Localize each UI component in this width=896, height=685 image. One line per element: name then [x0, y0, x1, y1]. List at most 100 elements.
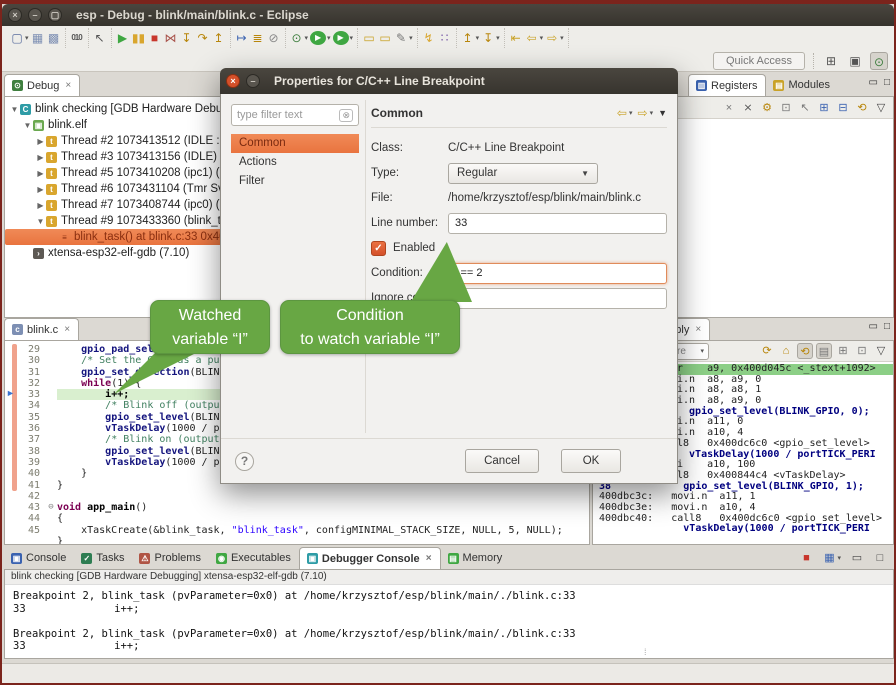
code-line[interactable]: 44{	[5, 513, 589, 524]
remove-selected-icon[interactable]: ×	[721, 100, 737, 116]
maximize-icon[interactable]: □	[872, 550, 888, 566]
remove-register-group-icon[interactable]: ⊟	[835, 100, 851, 116]
tab-blink-c[interactable]: c blink.c ×	[4, 318, 79, 340]
terminate-icon[interactable]: ■	[798, 550, 814, 566]
code-line[interactable]: }	[5, 536, 589, 545]
code-line[interactable]: 43⊖void app_main()	[5, 502, 589, 513]
back-icon[interactable]: ⇦	[524, 30, 540, 46]
dialog-nav-filter[interactable]: Filter	[231, 172, 359, 191]
tab-problems[interactable]: ⚠Problems	[132, 547, 208, 569]
add-register-group-icon[interactable]: ⊞	[816, 100, 832, 116]
terminate-icon[interactable]: ■	[147, 30, 163, 46]
code-line[interactable]: 45 xTaskCreate(&blink_task, "blink_task"…	[5, 525, 589, 536]
close-icon[interactable]: ×	[426, 553, 432, 564]
pointer-mode-icon[interactable]: ↖	[797, 100, 813, 116]
open-folder-icon[interactable]: ▭	[361, 30, 377, 46]
maximize-icon[interactable]: □	[884, 77, 890, 88]
minimize-icon[interactable]: ▭	[869, 321, 878, 332]
cancel-button[interactable]: Cancel	[465, 449, 539, 473]
chevron-down-icon[interactable]: ▾	[629, 109, 633, 117]
disassembly-line[interactable]: vTaskDelay(1000 / portTICK_PERI	[593, 524, 893, 535]
remove-all-icon[interactable]: ⨯	[740, 100, 756, 116]
line-number-input[interactable]	[448, 213, 667, 234]
quick-access-button[interactable]: Quick Access	[713, 52, 805, 70]
expander-icon[interactable]: ▶	[35, 201, 46, 210]
window-maximize-button[interactable]: ▢	[48, 8, 62, 22]
minimize-icon[interactable]: ▭	[869, 77, 878, 88]
lightning-icon[interactable]: ↯	[421, 30, 437, 46]
tab-executables[interactable]: ◉Executables	[209, 547, 299, 569]
expander-icon[interactable]: ▶	[35, 185, 46, 194]
open-perspective-icon[interactable]: ⊞	[822, 52, 840, 70]
condition-input[interactable]	[448, 263, 667, 284]
tab-registers[interactable]: ▥Registers	[688, 74, 766, 96]
view-menu-icon[interactable]: ▽	[873, 100, 889, 116]
layout-icon[interactable]: ⚙	[759, 100, 775, 116]
clear-filter-icon[interactable]: ⊗	[339, 109, 353, 122]
dropdown-arrow-icon[interactable]: ▾	[540, 34, 544, 42]
minimize-icon[interactable]: ▭	[849, 550, 865, 566]
skip-breakpoints-icon[interactable]: ⊘	[266, 30, 282, 46]
dropdown-arrow-icon[interactable]: ▾	[476, 34, 480, 42]
instruction-step-icon[interactable]: ↦	[234, 30, 250, 46]
debug-perspective-icon[interactable]: ⊙	[870, 52, 888, 70]
close-icon[interactable]: ×	[64, 324, 70, 335]
external-tools-icon[interactable]: ▶	[333, 31, 349, 45]
window-close-button[interactable]: ×	[8, 8, 22, 22]
dialog-minimize-button[interactable]: –	[246, 74, 260, 88]
step-into-icon[interactable]: ↧	[179, 30, 195, 46]
refresh-icon[interactable]: ⟳	[759, 343, 775, 359]
fold-icon[interactable]: ⊖	[45, 502, 57, 513]
tab-debugger-console[interactable]: ▣Debugger Console×	[299, 547, 441, 569]
dropdown-arrow-icon[interactable]: ▾	[327, 34, 331, 42]
new-wizard-icon[interactable]: ▢	[9, 30, 25, 46]
filter-input[interactable]: type filter text ⊗	[231, 104, 359, 126]
debug-icon[interactable]: ⊙	[289, 30, 305, 46]
tab-memory[interactable]: ▤Memory	[441, 547, 511, 569]
type-dropdown[interactable]: Regular ▼	[448, 163, 598, 184]
expander-icon[interactable]: ▶	[35, 169, 46, 178]
expander-icon[interactable]: ▶	[35, 137, 46, 146]
sync-context-icon[interactable]: ⟲	[797, 343, 813, 359]
dialog-close-button[interactable]: ×	[226, 74, 240, 88]
dialog-nav-actions[interactable]: Actions	[231, 153, 359, 172]
maximize-icon[interactable]: □	[884, 321, 890, 332]
tab-modules[interactable]: ▤Modules	[766, 74, 838, 96]
ignore-count-input[interactable]	[448, 288, 667, 309]
dropdown-arrow-icon[interactable]: ▾	[496, 34, 500, 42]
open-project-icon[interactable]: ▭	[377, 30, 393, 46]
save-all-icon[interactable]: ▩	[46, 30, 62, 46]
enabled-checkbox[interactable]: ✓	[371, 241, 386, 256]
close-icon[interactable]: ×	[65, 80, 71, 91]
home-icon[interactable]: ⌂	[778, 343, 794, 359]
expander-icon[interactable]: ▶	[35, 153, 46, 162]
prev-annotation-icon[interactable]: ↥	[460, 30, 476, 46]
dropdown-arrow-icon[interactable]: ▾	[25, 34, 29, 42]
view-menu-icon[interactable]: ▼	[658, 108, 667, 118]
dropdown-arrow-icon[interactable]: ▾	[350, 34, 354, 42]
code-line[interactable]: 42	[5, 491, 589, 502]
select-pointer-icon[interactable]: ↖	[92, 30, 108, 46]
import-icon[interactable]: ⊡	[778, 100, 794, 116]
close-icon[interactable]: ×	[695, 324, 701, 335]
forward-icon[interactable]: ⇨	[638, 106, 648, 120]
next-annotation-icon[interactable]: ↧	[480, 30, 496, 46]
back-icon[interactable]: ⇦	[617, 106, 627, 120]
instruction-pointer-icon[interactable]: ►	[6, 388, 15, 398]
last-edit-icon[interactable]: ⇤	[508, 30, 524, 46]
step-over-icon[interactable]: ↷	[195, 30, 211, 46]
sash-handle[interactable]: ⁞	[644, 647, 647, 657]
dialog-nav-common[interactable]: Common	[231, 134, 359, 153]
save-icon[interactable]: ▦	[30, 30, 46, 46]
disconnect-icon[interactable]: ⋈	[163, 30, 179, 46]
dropdown-arrow-icon[interactable]: ▾	[305, 34, 309, 42]
display-console-icon[interactable]: ▦	[821, 550, 837, 566]
view-menu-icon[interactable]: ▽	[873, 343, 889, 359]
dropdown-arrow-icon[interactable]: ▾	[560, 34, 564, 42]
new-view-icon[interactable]: ⊞	[835, 343, 851, 359]
run-icon[interactable]: ▶	[310, 31, 326, 45]
tab-debug[interactable]: ⊙ Debug ×	[4, 74, 80, 96]
resume-icon[interactable]: ▶	[115, 30, 131, 46]
edit-marker-icon[interactable]: ✎	[393, 30, 409, 46]
restore-groups-icon[interactable]: ⟲	[854, 100, 870, 116]
